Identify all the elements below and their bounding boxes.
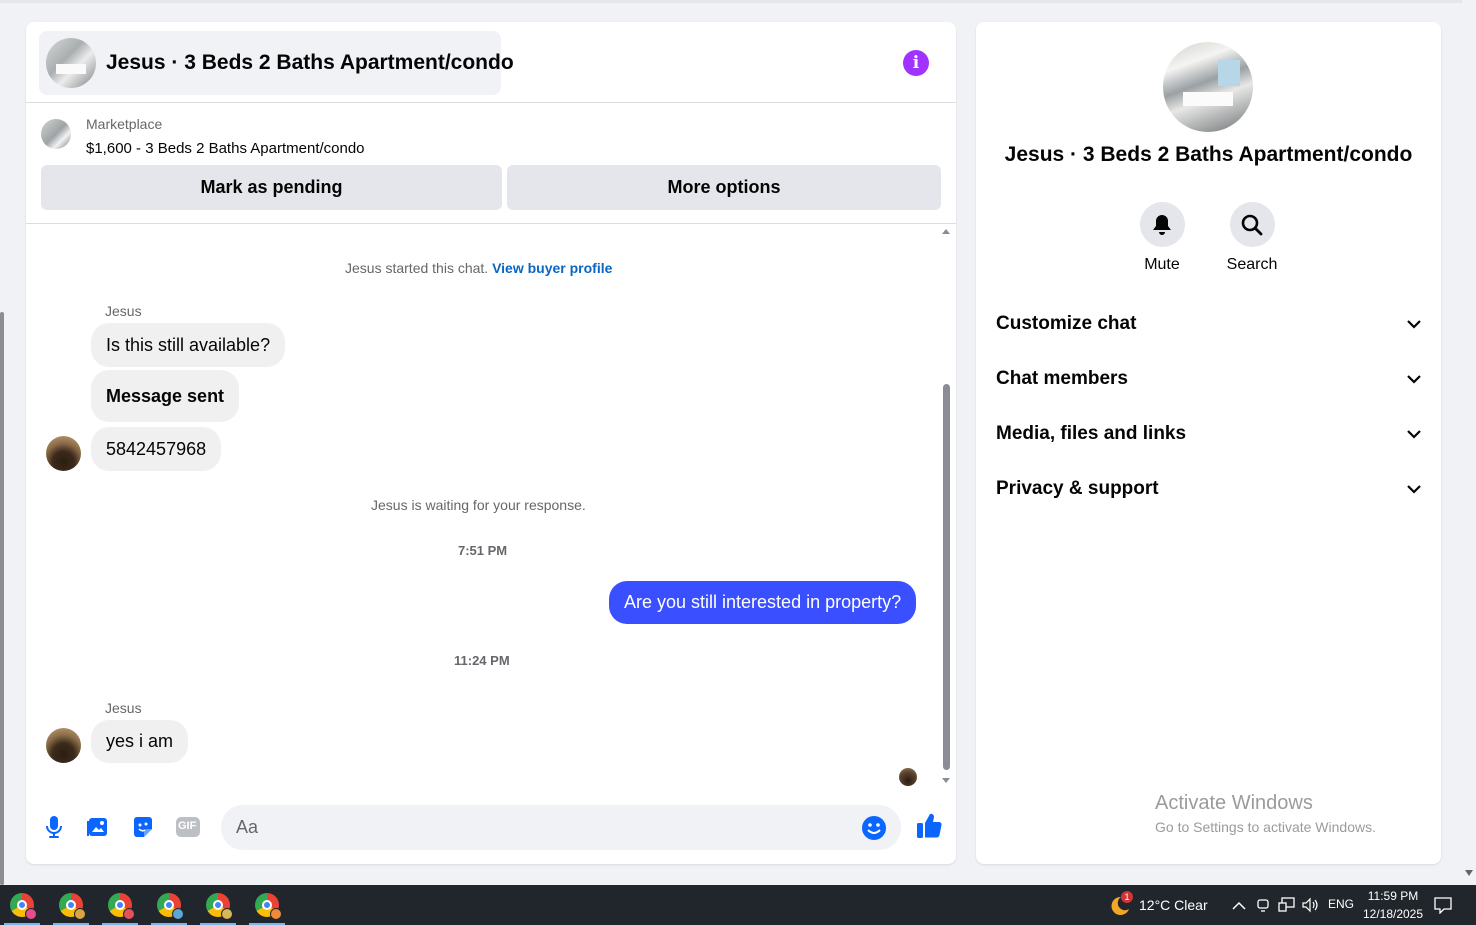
search-icon[interactable] [1229,202,1275,247]
mute-button[interactable]: Mute [1122,202,1202,274]
section-customize-chat[interactable]: Customize chat [996,304,1421,344]
listing-thumbnail[interactable] [41,119,71,149]
system-clock[interactable]: 11:59 PM 12/18/2025 [1358,887,1428,923]
taskbar-chrome-app[interactable] [98,885,142,925]
chevron-down-icon [1407,313,1421,335]
section-label: Chat members [996,368,1128,389]
seen-indicator-avatar [899,768,917,786]
windows-taskbar: 1 12°C Clear ENG 11:59 PM 12/18/2025 [0,885,1476,925]
details-title: Jesus · 3 Beds 2 Baths Apartment/condo [1004,143,1413,166]
chat-scroll-up-arrow[interactable] [942,229,950,234]
volume-icon[interactable] [1301,897,1319,918]
sender-name: Jesus [105,700,142,716]
chrome-icon [157,893,184,920]
chevron-down-icon [1407,423,1421,445]
view-buyer-profile-link[interactable]: View buyer profile [492,260,612,276]
watermark-title: Activate Windows [1155,792,1313,814]
chat-started-notice: Jesus started this chat. View buyer prof… [345,260,612,276]
chat-scroll-down-arrow[interactable] [942,778,950,783]
conversation-title: Jesus · 3 Beds 2 Baths Apartment/condo [106,51,514,74]
section-media-files-links[interactable]: Media, files and links [996,414,1421,454]
microphone-icon[interactable] [41,814,67,840]
message-list: Jesus started this chat. View buyer prof… [26,225,956,790]
page-scrollbar[interactable] [1462,0,1476,885]
taskbar-chrome-app[interactable] [0,885,44,925]
emoji-icon[interactable] [861,815,887,841]
section-label: Customize chat [996,313,1137,334]
section-label: Privacy & support [996,478,1159,499]
chrome-icon [108,893,135,920]
notification-center-icon[interactable] [1434,896,1452,919]
clock-date: 12/18/2025 [1362,907,1424,921]
top-edge [0,0,1476,3]
mute-label: Mute [1144,256,1180,273]
waiting-notice: Jesus is waiting for your response. [371,497,586,513]
chat-scrollbar-thumb[interactable] [943,384,950,770]
sender-avatar[interactable] [46,728,81,763]
chevron-up-icon[interactable] [1232,898,1246,916]
gif-icon[interactable]: GIF [175,814,201,840]
bell-icon[interactable] [1139,202,1185,247]
photo-icon[interactable] [85,814,111,840]
language-indicator[interactable]: ENG [1328,897,1354,911]
activate-windows-watermark: Activate Windows Go to Settings to activ… [1155,792,1376,835]
page-scroll-down-arrow[interactable] [1465,870,1473,876]
taskbar-chrome-app[interactable] [49,885,93,925]
listing-price-title[interactable]: $1,600 - 3 Beds 2 Baths Apartment/condo [86,140,365,157]
chat-header: Jesus · 3 Beds 2 Baths Apartment/condo i [26,22,956,103]
left-edge-scroll [0,312,4,885]
watermark-subtitle: Go to Settings to activate Windows. [1155,819,1376,835]
message-composer: GIF [26,792,956,864]
sender-name: Jesus [105,303,142,319]
taskbar-chrome-app[interactable] [196,885,240,925]
message-bubble[interactable]: Is this still available? [91,323,286,367]
section-chat-members[interactable]: Chat members [996,359,1421,399]
gif-label: GIF [178,820,197,832]
chat-panel: Jesus · 3 Beds 2 Baths Apartment/condo i… [26,22,956,864]
mark-as-pending-button[interactable]: Mark as pending [41,165,502,210]
message-bubble[interactable]: Message sent [91,370,240,422]
sticker-icon[interactable] [130,814,156,840]
network-icon[interactable] [1278,897,1296,918]
meet-now-icon[interactable] [1256,897,1270,918]
listing-profile-photo[interactable] [1163,42,1253,132]
outgoing-message-bubble[interactable]: Are you still interested in property? [609,581,917,624]
weather-icon[interactable]: 1 [1107,891,1133,918]
listing-avatar [46,38,96,88]
weather-text[interactable]: 12°C Clear [1139,897,1208,913]
timestamp: 11:24 PM [454,653,510,668]
sender-avatar[interactable] [46,436,81,471]
message-input[interactable] [236,805,856,850]
chat-details-panel: Jesus · 3 Beds 2 Baths Apartment/condo M… [976,22,1441,864]
search-label: Search [1226,256,1278,273]
chrome-icon [59,893,86,920]
search-button[interactable]: Search [1212,202,1292,274]
thumbs-up-icon[interactable] [915,812,943,840]
chevron-down-icon [1407,478,1421,500]
listing-category: Marketplace [86,116,163,132]
timestamp: 7:51 PM [458,543,508,558]
clock-time: 11:59 PM [1367,889,1419,903]
message-input-container [221,805,901,850]
taskbar-chrome-app[interactable] [147,885,191,925]
taskbar-chrome-app[interactable] [245,885,289,925]
info-icon[interactable]: i [903,50,929,76]
message-bubble[interactable]: yes i am [91,720,189,763]
chrome-icon [206,893,233,920]
chat-started-text: Jesus started this chat. [345,260,489,276]
listing-banner: Marketplace $1,600 - 3 Beds 2 Baths Apar… [26,103,956,224]
section-privacy-support[interactable]: Privacy & support [996,469,1421,509]
chevron-down-icon [1407,368,1421,390]
weather-badge: 1 [1121,891,1133,903]
message-bubble[interactable]: 5842457968 [91,427,222,471]
conversation-title-button[interactable]: Jesus · 3 Beds 2 Baths Apartment/condo [39,31,514,95]
more-options-button[interactable]: More options [507,165,941,210]
section-label: Media, files and links [996,423,1187,444]
chrome-icon [255,893,282,920]
chrome-icon [10,893,37,920]
